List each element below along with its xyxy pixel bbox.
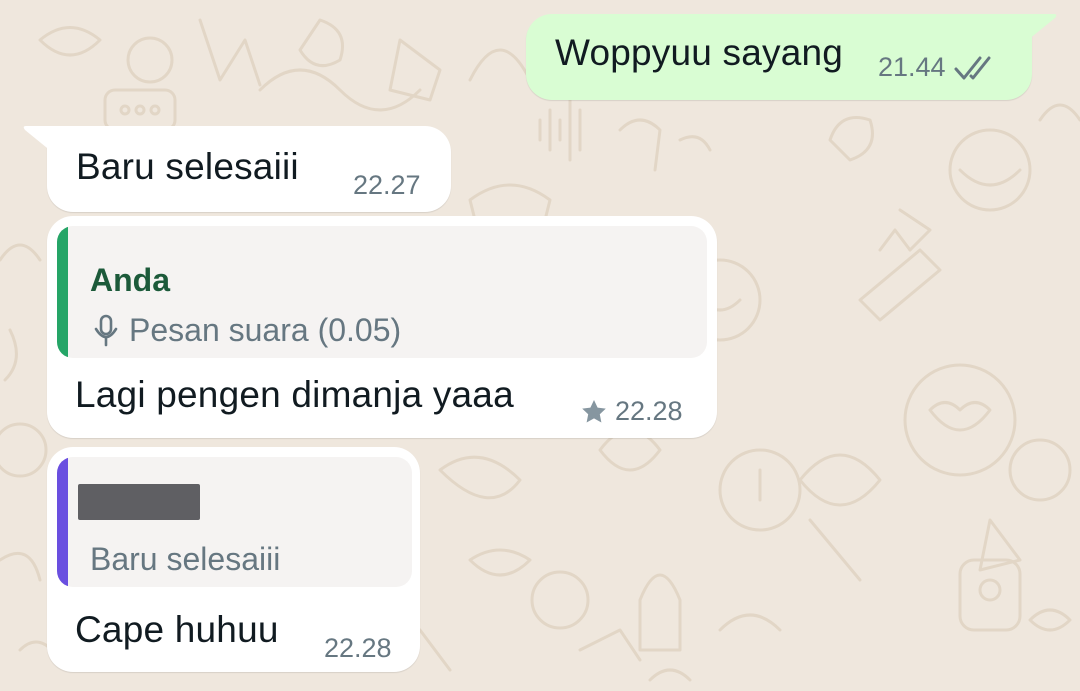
bubble-tail-incoming	[23, 126, 52, 152]
message-meta: 22.28	[581, 396, 683, 427]
star-icon	[581, 399, 607, 425]
quote-preview: Pesan suara (0.05)	[93, 312, 401, 349]
quoted-message[interactable]: Anda Pesan suara (0.05)	[57, 226, 707, 358]
message-meta: 22.28	[324, 633, 392, 664]
message-bubble-incoming[interactable]: Baru selesaiii 22.27	[47, 126, 451, 212]
microphone-icon	[93, 314, 119, 348]
message-text: Woppyuu sayang	[555, 32, 844, 73]
quoted-message[interactable]: Baru selesaiii	[57, 457, 412, 587]
message-meta: 22.27	[353, 170, 421, 201]
message-time: 22.27	[353, 170, 421, 200]
message-meta: 21.44	[878, 52, 998, 83]
message-time: 22.28	[615, 396, 683, 426]
message-bubble-outgoing[interactable]: Woppyuu sayang 21.44	[526, 14, 1032, 100]
message-text: Lagi pengen dimanja yaaa	[75, 374, 514, 415]
message-bubble-incoming-reply[interactable]: Anda Pesan suara (0.05) Lagi pengen dima…	[47, 216, 717, 438]
message-text: Cape huhuu	[75, 609, 279, 650]
double-check-icon	[954, 54, 998, 82]
message-bubble-incoming-reply[interactable]: Baru selesaiii Cape huhuu 22.28	[47, 447, 420, 672]
quote-author: Anda	[90, 262, 170, 298]
message-time: 21.44	[878, 52, 946, 82]
quote-text: Pesan suara (0.05)	[129, 312, 402, 348]
quote-bar	[57, 226, 68, 358]
message-text: Baru selesaiii	[76, 146, 299, 187]
message-time: 22.28	[324, 633, 392, 663]
quote-bar	[57, 457, 68, 587]
bubble-tail-outgoing	[1028, 14, 1057, 40]
quote-text: Baru selesaiii	[90, 541, 281, 577]
redacted-author-name	[78, 484, 200, 520]
